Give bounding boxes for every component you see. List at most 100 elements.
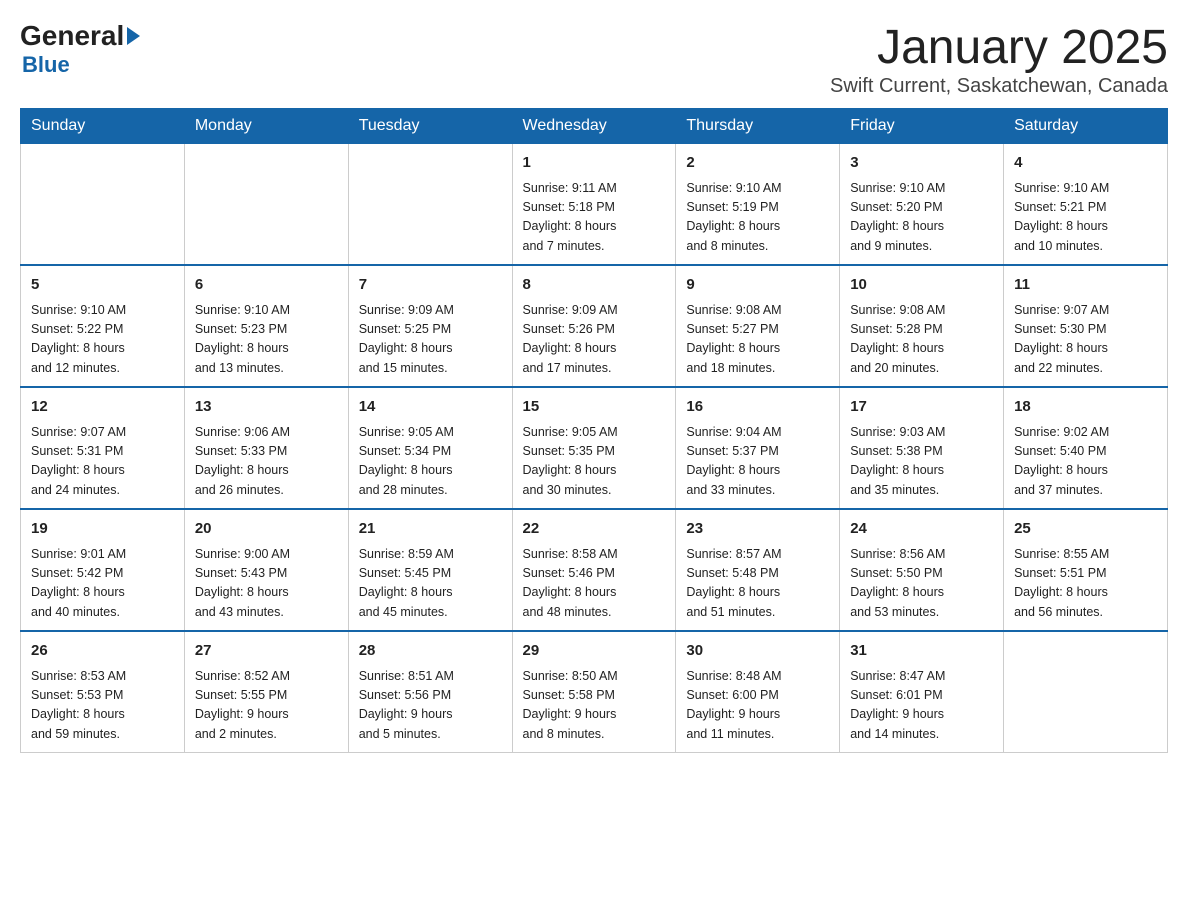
day-info: Sunrise: 8:53 AM Sunset: 5:53 PM Dayligh… <box>31 667 174 745</box>
day-info: Sunrise: 9:03 AM Sunset: 5:38 PM Dayligh… <box>850 423 993 501</box>
day-info: Sunrise: 9:07 AM Sunset: 5:30 PM Dayligh… <box>1014 301 1157 379</box>
day-number: 28 <box>359 640 502 663</box>
logo: General Blue <box>20 20 143 78</box>
page-header: General Blue January 2025 Swift Current,… <box>20 20 1168 98</box>
day-cell: 15 Sunrise: 9:05 AM Sunset: 5:35 PM Dayli… <box>512 387 676 509</box>
day-info: Sunrise: 9:01 AM Sunset: 5:42 PM Dayligh… <box>31 545 174 623</box>
day-info: Sunrise: 8:58 AM Sunset: 5:46 PM Dayligh… <box>523 545 666 623</box>
day-number: 8 <box>523 274 666 297</box>
day-info: Sunrise: 9:05 AM Sunset: 5:35 PM Dayligh… <box>523 423 666 501</box>
calendar-table: SundayMondayTuesdayWednesdayThursdayFrid… <box>20 108 1168 753</box>
day-number: 17 <box>850 396 993 419</box>
page-subtitle: Swift Current, Saskatchewan, Canada <box>830 75 1168 98</box>
day-info: Sunrise: 9:10 AM Sunset: 5:19 PM Dayligh… <box>686 179 829 257</box>
day-number: 29 <box>523 640 666 663</box>
day-info: Sunrise: 8:47 AM Sunset: 6:01 PM Dayligh… <box>850 667 993 745</box>
day-number: 1 <box>523 152 666 175</box>
day-number: 13 <box>195 396 338 419</box>
day-cell <box>184 144 348 266</box>
day-info: Sunrise: 9:04 AM Sunset: 5:37 PM Dayligh… <box>686 423 829 501</box>
day-number: 4 <box>1014 152 1157 175</box>
day-info: Sunrise: 9:10 AM Sunset: 5:21 PM Dayligh… <box>1014 179 1157 257</box>
day-number: 7 <box>359 274 502 297</box>
header-friday: Friday <box>840 109 1004 144</box>
day-info: Sunrise: 8:51 AM Sunset: 5:56 PM Dayligh… <box>359 667 502 745</box>
day-info: Sunrise: 9:11 AM Sunset: 5:18 PM Dayligh… <box>523 179 666 257</box>
day-info: Sunrise: 8:55 AM Sunset: 5:51 PM Dayligh… <box>1014 545 1157 623</box>
day-number: 5 <box>31 274 174 297</box>
day-info: Sunrise: 8:56 AM Sunset: 5:50 PM Dayligh… <box>850 545 993 623</box>
day-info: Sunrise: 9:08 AM Sunset: 5:27 PM Dayligh… <box>686 301 829 379</box>
day-number: 26 <box>31 640 174 663</box>
day-info: Sunrise: 9:02 AM Sunset: 5:40 PM Dayligh… <box>1014 423 1157 501</box>
header-monday: Monday <box>184 109 348 144</box>
day-cell: 24 Sunrise: 8:56 AM Sunset: 5:50 PM Dayli… <box>840 509 1004 631</box>
day-cell: 29 Sunrise: 8:50 AM Sunset: 5:58 PM Dayli… <box>512 631 676 753</box>
day-info: Sunrise: 8:57 AM Sunset: 5:48 PM Dayligh… <box>686 545 829 623</box>
day-number: 15 <box>523 396 666 419</box>
header-tuesday: Tuesday <box>348 109 512 144</box>
day-number: 11 <box>1014 274 1157 297</box>
day-info: Sunrise: 8:50 AM Sunset: 5:58 PM Dayligh… <box>523 667 666 745</box>
title-section: January 2025 Swift Current, Saskatchewan… <box>830 20 1168 98</box>
day-cell: 30 Sunrise: 8:48 AM Sunset: 6:00 PM Dayli… <box>676 631 840 753</box>
header-wednesday: Wednesday <box>512 109 676 144</box>
day-cell: 14 Sunrise: 9:05 AM Sunset: 5:34 PM Dayli… <box>348 387 512 509</box>
day-cell: 21 Sunrise: 8:59 AM Sunset: 5:45 PM Dayli… <box>348 509 512 631</box>
day-number: 9 <box>686 274 829 297</box>
day-cell: 31 Sunrise: 8:47 AM Sunset: 6:01 PM Dayli… <box>840 631 1004 753</box>
day-cell: 25 Sunrise: 8:55 AM Sunset: 5:51 PM Dayli… <box>1004 509 1168 631</box>
day-cell: 10Sunrise: 9:08 AM Sunset: 5:28 PM Dayli… <box>840 265 1004 387</box>
calendar-header-row: SundayMondayTuesdayWednesdayThursdayFrid… <box>21 109 1168 144</box>
day-info: Sunrise: 9:00 AM Sunset: 5:43 PM Dayligh… <box>195 545 338 623</box>
day-number: 14 <box>359 396 502 419</box>
day-number: 30 <box>686 640 829 663</box>
day-cell: 16 Sunrise: 9:04 AM Sunset: 5:37 PM Dayli… <box>676 387 840 509</box>
day-number: 18 <box>1014 396 1157 419</box>
day-cell <box>348 144 512 266</box>
day-info: Sunrise: 9:09 AM Sunset: 5:26 PM Dayligh… <box>523 301 666 379</box>
day-cell: 3 Sunrise: 9:10 AM Sunset: 5:20 PM Daylig… <box>840 144 1004 266</box>
day-cell: 8 Sunrise: 9:09 AM Sunset: 5:26 PM Daylig… <box>512 265 676 387</box>
week-row-3: 12 Sunrise: 9:07 AM Sunset: 5:31 PM Dayli… <box>21 387 1168 509</box>
day-info: Sunrise: 8:52 AM Sunset: 5:55 PM Dayligh… <box>195 667 338 745</box>
header-sunday: Sunday <box>21 109 185 144</box>
day-cell: 20Sunrise: 9:00 AM Sunset: 5:43 PM Dayli… <box>184 509 348 631</box>
day-cell: 1 Sunrise: 9:11 AM Sunset: 5:18 PM Daylig… <box>512 144 676 266</box>
day-info: Sunrise: 9:05 AM Sunset: 5:34 PM Dayligh… <box>359 423 502 501</box>
day-cell: 26 Sunrise: 8:53 AM Sunset: 5:53 PM Dayli… <box>21 631 185 753</box>
day-cell: 23 Sunrise: 8:57 AM Sunset: 5:48 PM Dayli… <box>676 509 840 631</box>
day-number: 2 <box>686 152 829 175</box>
day-cell: 19 Sunrise: 9:01 AM Sunset: 5:42 PM Dayli… <box>21 509 185 631</box>
day-info: Sunrise: 9:07 AM Sunset: 5:31 PM Dayligh… <box>31 423 174 501</box>
day-info: Sunrise: 9:09 AM Sunset: 5:25 PM Dayligh… <box>359 301 502 379</box>
week-row-5: 26 Sunrise: 8:53 AM Sunset: 5:53 PM Dayli… <box>21 631 1168 753</box>
day-number: 3 <box>850 152 993 175</box>
day-info: Sunrise: 8:59 AM Sunset: 5:45 PM Dayligh… <box>359 545 502 623</box>
day-number: 25 <box>1014 518 1157 541</box>
day-info: Sunrise: 9:10 AM Sunset: 5:20 PM Dayligh… <box>850 179 993 257</box>
week-row-4: 19 Sunrise: 9:01 AM Sunset: 5:42 PM Dayli… <box>21 509 1168 631</box>
day-number: 23 <box>686 518 829 541</box>
page-title: January 2025 <box>830 20 1168 75</box>
day-number: 16 <box>686 396 829 419</box>
day-info: Sunrise: 9:08 AM Sunset: 5:28 PM Dayligh… <box>850 301 993 379</box>
day-cell: 6 Sunrise: 9:10 AM Sunset: 5:23 PM Daylig… <box>184 265 348 387</box>
day-info: Sunrise: 9:06 AM Sunset: 5:33 PM Dayligh… <box>195 423 338 501</box>
day-info: Sunrise: 9:10 AM Sunset: 5:23 PM Dayligh… <box>195 301 338 379</box>
day-cell: 17 Sunrise: 9:03 AM Sunset: 5:38 PM Dayli… <box>840 387 1004 509</box>
header-thursday: Thursday <box>676 109 840 144</box>
day-number: 24 <box>850 518 993 541</box>
day-cell <box>21 144 185 266</box>
day-info: Sunrise: 8:48 AM Sunset: 6:00 PM Dayligh… <box>686 667 829 745</box>
day-number: 19 <box>31 518 174 541</box>
day-number: 31 <box>850 640 993 663</box>
week-row-2: 5Sunrise: 9:10 AM Sunset: 5:22 PM Daylig… <box>21 265 1168 387</box>
day-number: 21 <box>359 518 502 541</box>
day-cell: 18 Sunrise: 9:02 AM Sunset: 5:40 PM Dayli… <box>1004 387 1168 509</box>
day-number: 6 <box>195 274 338 297</box>
day-cell: 5Sunrise: 9:10 AM Sunset: 5:22 PM Daylig… <box>21 265 185 387</box>
day-number: 22 <box>523 518 666 541</box>
day-cell: 9 Sunrise: 9:08 AM Sunset: 5:27 PM Daylig… <box>676 265 840 387</box>
day-number: 12 <box>31 396 174 419</box>
